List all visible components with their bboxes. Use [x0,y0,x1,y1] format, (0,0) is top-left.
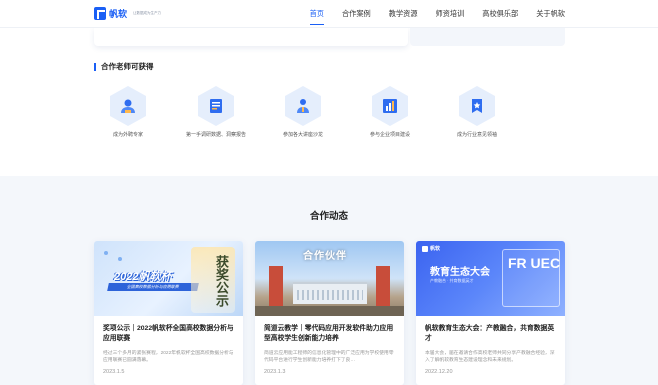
benefit-label: 参与企业项目建设 [369,132,410,138]
nav-about[interactable]: 关于帆软 [536,0,565,28]
hex-badge [198,86,234,126]
news-card-desc: 经过三个多月的紧张赛程，2022年帆软杯全国高校数据分析与应用联赛已圆满落幕。 [103,351,234,363]
news-card[interactable]: 2022帆软杯 全国高校数据分析与应用联赛 获奖公示 奖项公示｜2022帆软杯全… [94,241,243,385]
benefit-label: 成为行业意见领袖 [456,132,497,138]
benefits-list: 成为外聘专家 第一手调研数据、洞察报告 参加各大讲座沙龙 参与企业项目建设 成为… [94,86,564,146]
image-logo-text: 帆软 [430,246,441,252]
news-card-image[interactable]: 合作伙伴 [255,241,404,316]
image-headline: 2022帆软杯 [114,271,172,283]
news-card-desc: 本届大会，届在邀请合作高校老师共同分享产教融合经验，深入了解帆软教育生态建设理念… [425,351,555,363]
news-title: 合作动态 [309,211,348,222]
hex-badge [372,86,408,126]
decor-dot [104,251,108,255]
hex-badge [110,86,146,126]
top-navbar: 帆软 让数据成为生产力 首页 合作案例 教学资源 师资培训 高校俱乐部 关于帆软 [0,0,658,28]
ground [255,306,404,316]
news-card-image[interactable]: 帆软 教育生态大会 产教融合 · 共育数据英才 FR UEC [416,241,565,316]
brand-logo[interactable]: 帆软 让数据成为生产力 [94,7,161,20]
image-side-text: FR UEC [508,255,561,271]
logo-text: 帆软 [109,9,128,19]
nav-home[interactable]: 首页 [309,0,325,28]
image-logo: 帆软 [422,245,440,252]
hex-badge [285,86,321,126]
news-card-date: 2022.12.20 [425,369,453,375]
main-nav: 首页 合作案例 教学资源 师资培训 高校俱乐部 关于帆软 [292,0,565,28]
speaker-icon [293,96,313,116]
news-card-desc: 简道云应用能工程师的信息化管理中的广泛应用为学校使用零代码平台进行学生创新能力培… [264,351,394,363]
fanruan-logo-icon [422,245,428,252]
benefit-item: 第一手调研数据、洞察报告 [171,86,261,138]
benefit-item: 参与企业项目建设 [345,86,435,138]
top-card [94,28,408,46]
image-headline: 教育生态大会 [430,267,490,278]
report-icon [206,96,226,116]
benefit-item: 成为外聘专家 [83,86,173,138]
news-card-title[interactable]: 帆软教育生态大会：产教融合，共育数据英才 [425,324,556,344]
benefits-title: 合作老师可获得 [94,63,154,71]
bar-chart-icon [380,96,400,116]
building-windows [297,290,363,300]
logo-slogan: 让数据成为生产力 [133,11,162,16]
nav-cases[interactable]: 合作案例 [342,0,371,28]
user-expert-icon [118,96,138,116]
image-side-text: 获奖公示 [214,255,229,307]
image-subline: 产教融合 · 共育数据英才 [430,278,474,283]
news-card-title[interactable]: 简道云教学｜零代码应用开发软件助力应用型高校学生创新能力培养 [264,324,395,344]
nav-training[interactable]: 师资培训 [436,0,465,28]
news-card[interactable]: 帆软 教育生态大会 产教融合 · 共育数据英才 FR UEC 帆软教育生态大会：… [416,241,565,385]
decor-dot [118,257,122,261]
hex-badge [459,86,495,126]
news-card-image[interactable]: 2022帆软杯 全国高校数据分析与应用联赛 获奖公示 [94,241,243,316]
image-headline: 合作伙伴 [303,251,347,262]
benefit-label: 第一手调研数据、洞察报告 [185,132,246,138]
image-subline: 全国高校数据分析与应用联赛 [107,283,199,291]
fanruan-logo-icon [94,7,106,20]
nav-resources[interactable]: 教学资源 [389,0,418,28]
news-card-date: 2023.1.3 [264,369,286,375]
news-card-title[interactable]: 奖项公示｜2022帆软杯全国高校数据分析与应用联赛 [103,324,234,344]
benefit-item: 成为行业意见领袖 [432,86,522,138]
benefit-item: 参加各大讲座沙龙 [258,86,348,138]
news-card-date: 2023.1.5 [103,369,125,375]
top-card-right [410,28,565,46]
nav-club[interactable]: 高校俱乐部 [482,0,518,28]
news-card[interactable]: 合作伙伴 简道云教学｜零代码应用开发软件助力应用型高校学生创新能力培养 简道云应… [255,241,404,385]
benefit-label: 参加各大讲座沙龙 [282,132,323,138]
leader-icon [467,96,487,116]
benefit-label: 成为外聘专家 [112,132,143,138]
